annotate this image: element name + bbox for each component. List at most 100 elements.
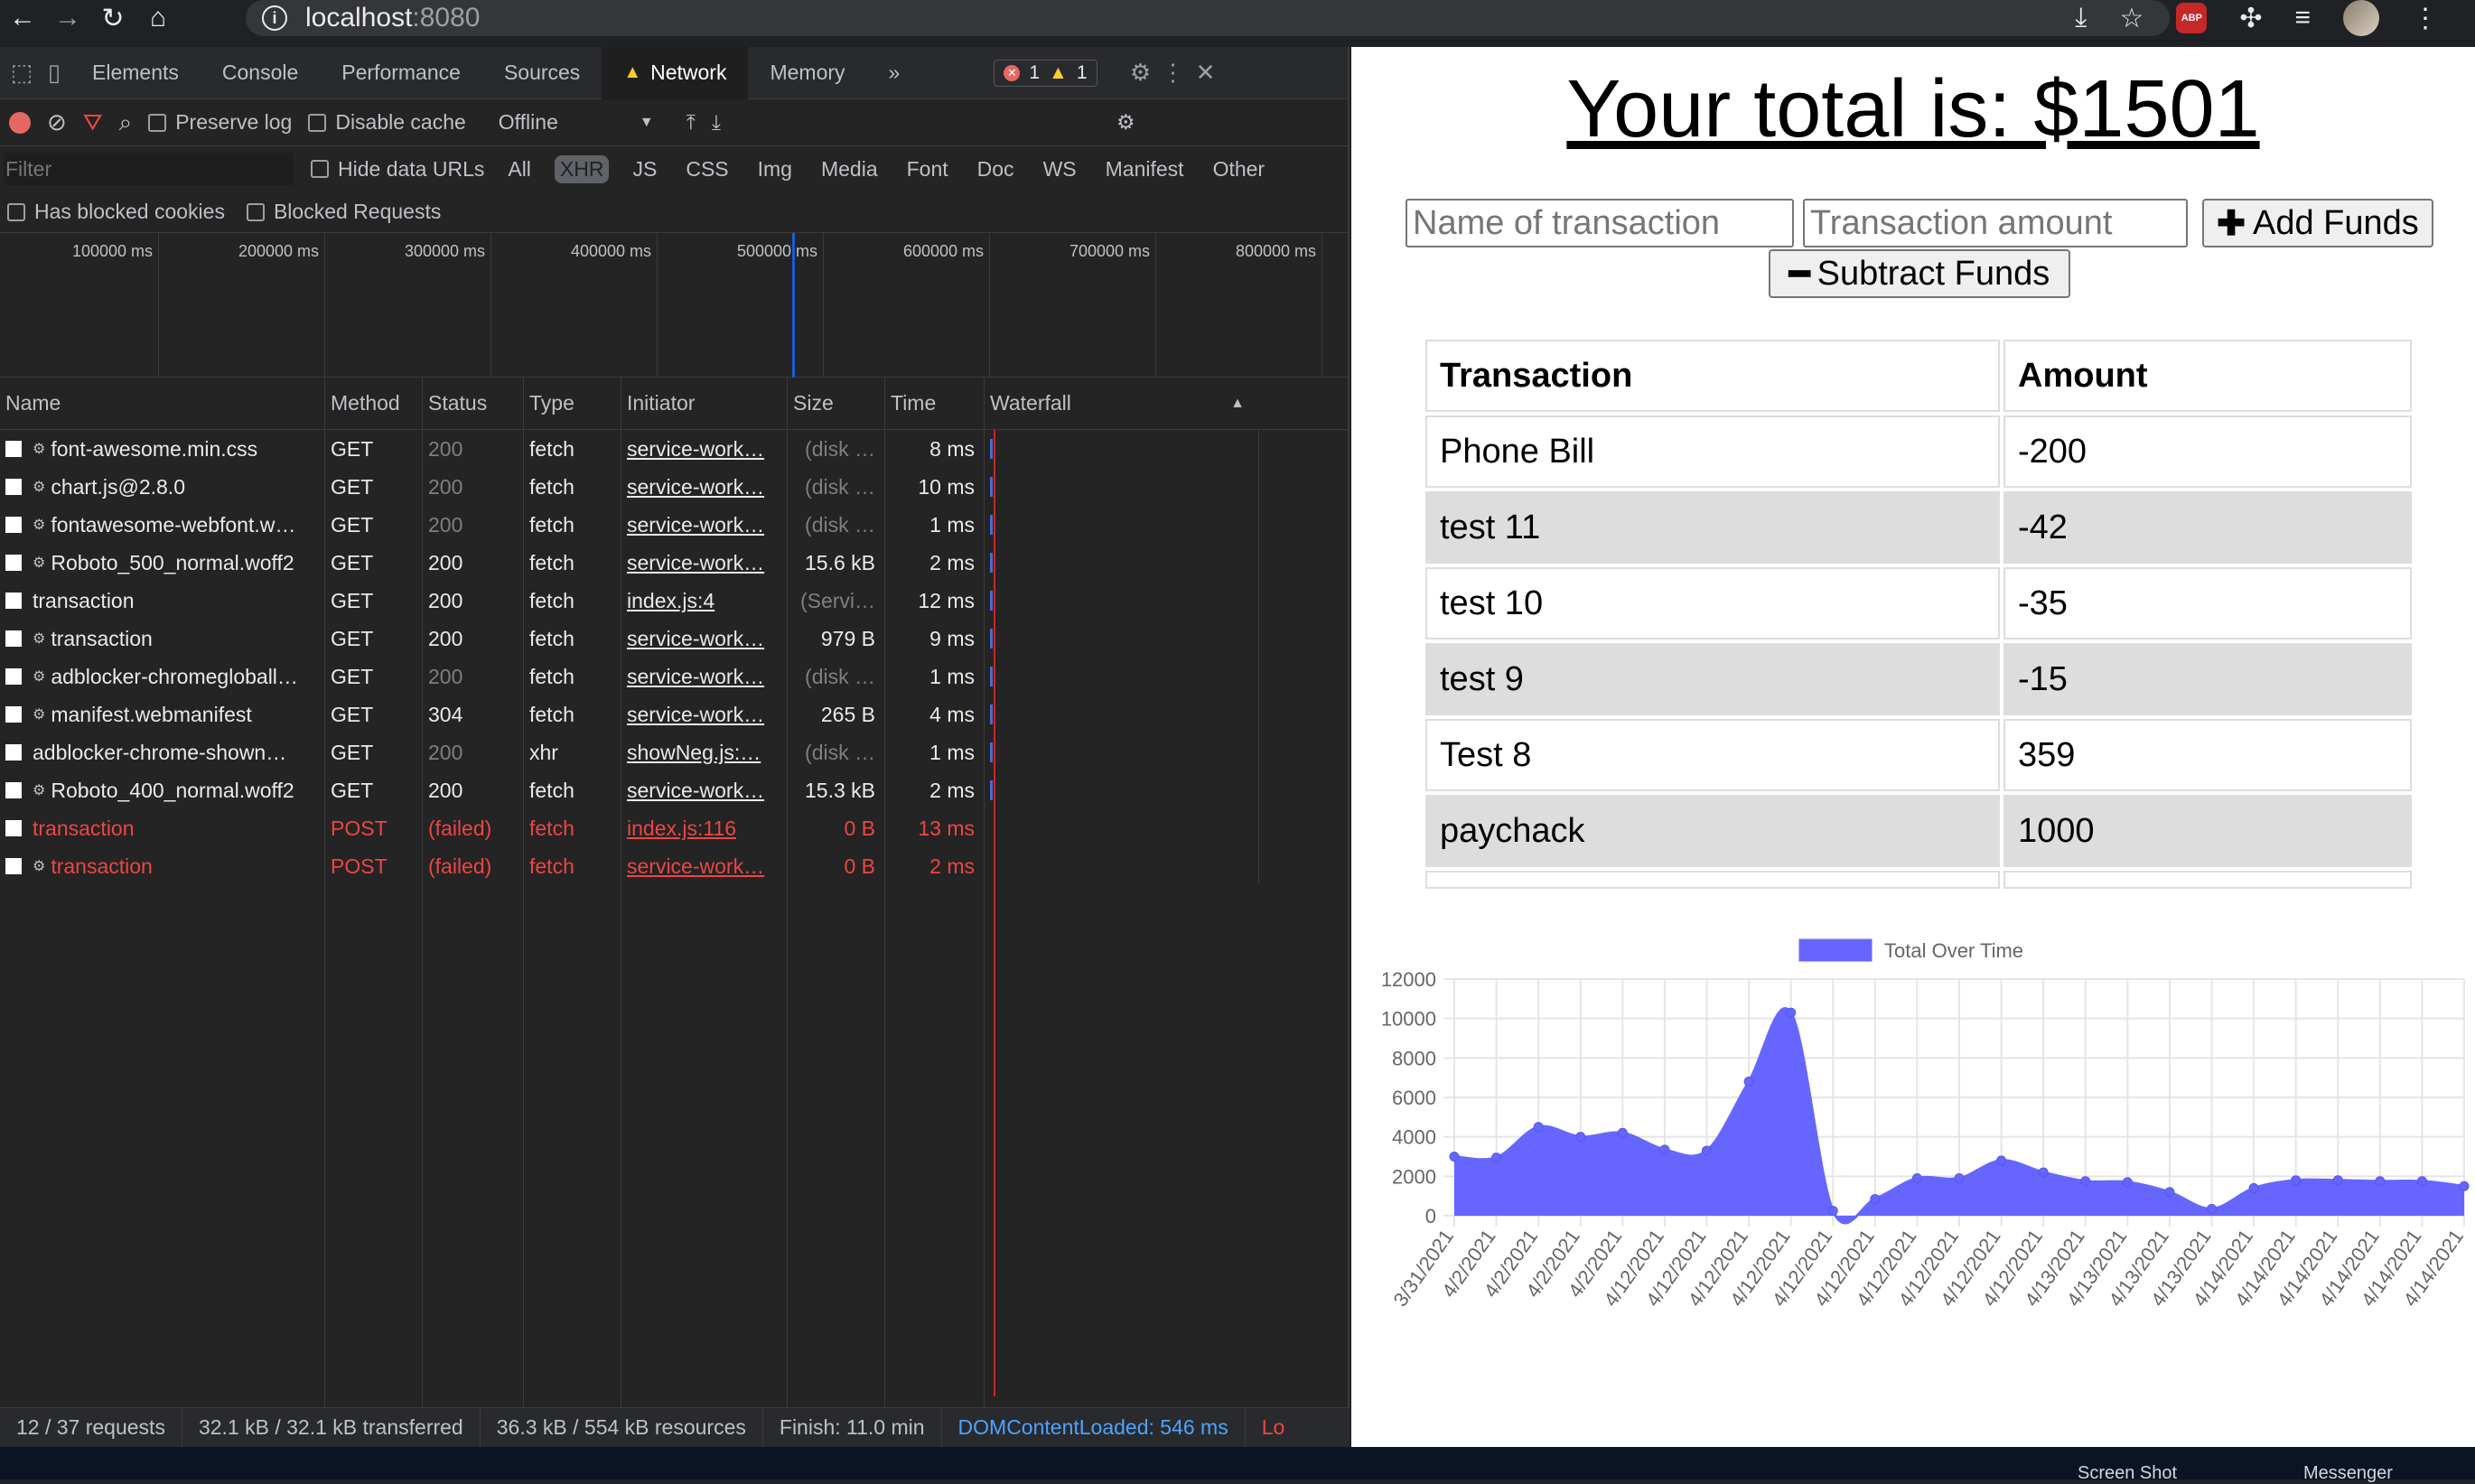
hide-data-urls-checkbox[interactable]: Hide data URLs (311, 157, 484, 182)
table-row[interactable]: ⚙ manifest.webmanifest GET 304 fetch service-… (0, 695, 1348, 733)
filter-funnel-icon[interactable]: ⛛ (83, 108, 103, 137)
menu-kebab-icon[interactable]: ⋮ (2412, 3, 2439, 34)
search-icon[interactable]: ⌕ (119, 108, 133, 137)
export-har-icon[interactable]: ⤓ (712, 110, 721, 135)
request-initiator[interactable]: service-work… (621, 430, 788, 468)
filter-doc[interactable]: Doc (972, 155, 1020, 183)
request-name: ⚙ font-awesome.min.css (0, 430, 325, 468)
tab-network[interactable]: ▲ Network (602, 46, 749, 99)
filter-ws[interactable]: WS (1038, 155, 1082, 183)
back-icon[interactable]: ← (0, 0, 45, 36)
extensions-puzzle-icon[interactable]: ✣ (2239, 3, 2262, 34)
sort-asc-icon: ▲ (1230, 395, 1245, 411)
settings-gear-icon[interactable]: ⚙ (1125, 47, 1157, 99)
request-initiator[interactable]: index.js:4 (621, 582, 788, 620)
request-waterfall (985, 544, 1259, 582)
filter-css[interactable]: CSS (680, 155, 733, 183)
request-name: adblocker-chrome-shown… (0, 733, 325, 771)
request-initiator[interactable]: service-work… (621, 468, 788, 506)
warning-icon: ▲ (1049, 61, 1068, 83)
tab-console[interactable]: Console (201, 47, 320, 99)
network-overview-timeline[interactable]: 100000 ms 200000 ms 300000 ms 400000 ms … (0, 233, 1348, 378)
filter-img[interactable]: Img (752, 155, 798, 183)
filter-manifest[interactable]: Manifest (1100, 155, 1190, 183)
has-blocked-cookies-checkbox[interactable]: Has blocked cookies (7, 200, 225, 224)
filter-all[interactable]: All (502, 155, 537, 183)
throttling-select[interactable]: Offline ▼ (499, 110, 654, 135)
transaction-name-input[interactable]: Name of transaction (1406, 199, 1794, 247)
transactions-table: Transaction Amount Phone Bill -200 test 11… (1422, 336, 2415, 892)
col-name-header[interactable]: Name (0, 378, 325, 429)
filter-js[interactable]: JS (627, 155, 662, 183)
col-waterfall-header[interactable]: Waterfall ▲ (985, 378, 1259, 429)
request-initiator[interactable]: service-work… (621, 695, 788, 733)
subtract-funds-button[interactable]: ━ Subtract Funds (1769, 249, 2070, 298)
table-row[interactable]: transaction POST (failed) fetch index.js:116… (0, 809, 1348, 847)
request-initiator[interactable]: service-work… (621, 771, 788, 809)
table-row[interactable]: ⚙ transaction GET 200 fetch service-work… 979 … (0, 620, 1348, 658)
filter-xhr[interactable]: XHR (554, 154, 610, 183)
col-time-header[interactable]: Time (885, 378, 985, 429)
issues-badge[interactable]: ✕ 1 ▲ 1 (994, 59, 1097, 87)
adblock-extension-icon[interactable]: ABP (2176, 3, 2208, 33)
table-row[interactable]: ⚙ transaction POST (failed) fetch service-wor… (0, 847, 1348, 885)
table-row[interactable]: ⚙ Roboto_500_normal.woff2 GET 200 fetch servi… (0, 544, 1348, 582)
col-type-header[interactable]: Type (524, 378, 621, 429)
devtools-menu-icon[interactable]: ⋮ (1157, 47, 1190, 99)
close-devtools-icon[interactable]: ✕ (1190, 47, 1222, 99)
inspect-element-icon[interactable]: ⬚ (5, 47, 38, 99)
site-info-icon[interactable]: i (262, 5, 287, 31)
table-row[interactable]: adblocker-chrome-shown… GET 200 xhr showNeg.… (0, 733, 1348, 771)
install-icon[interactable]: ⤓ (2075, 3, 2087, 33)
request-initiator[interactable]: service-work… (621, 847, 788, 885)
transactions-table-scroll[interactable]: Transaction Amount Phone Bill -200 test 11… (1351, 332, 2475, 921)
table-row[interactable]: transaction GET 200 fetch index.js:4 (Servi… 1… (0, 582, 1348, 620)
home-icon[interactable]: ⌂ (135, 0, 181, 36)
table-row[interactable]: ⚙ font-awesome.min.css GET 200 fetch service-… (0, 430, 1348, 468)
more-tabs-icon[interactable]: » (867, 47, 922, 99)
address-bar[interactable]: i localhost:8080 (246, 0, 2170, 36)
table-row[interactable]: ⚙ fontawesome-webfont.w… GET 200 fetch servic… (0, 506, 1348, 544)
clear-icon[interactable]: ⊘ (47, 108, 67, 136)
bookmark-star-icon[interactable]: ☆ (2119, 3, 2143, 34)
request-initiator[interactable]: service-work… (621, 506, 788, 544)
network-settings-gear-icon[interactable]: ⚙ (1116, 110, 1135, 135)
add-funds-button[interactable]: ✚ Add Funds (2202, 199, 2433, 247)
table-row[interactable]: ⚙ chart.js@2.8.0 GET 200 fetch service-work…(… (0, 468, 1348, 506)
request-initiator[interactable]: service-work… (621, 544, 788, 582)
filter-input[interactable]: Filter (4, 153, 293, 185)
tab-performance[interactable]: Performance (320, 47, 482, 99)
filter-other[interactable]: Other (1208, 155, 1271, 183)
col-method-header[interactable]: Method (325, 378, 423, 429)
preserve-log-checkbox[interactable]: Preserve log (148, 110, 292, 135)
profile-avatar[interactable] (2343, 0, 2379, 36)
col-status-header[interactable]: Status (423, 378, 524, 429)
blocked-requests-checkbox[interactable]: Blocked Requests (246, 200, 441, 224)
tab-elements[interactable]: Elements (70, 47, 201, 99)
overview-cursor (792, 233, 795, 378)
disable-cache-checkbox[interactable]: Disable cache (308, 110, 466, 135)
filter-font[interactable]: Font (901, 155, 954, 183)
request-initiator[interactable]: service-work… (621, 620, 788, 658)
media-queue-icon[interactable]: ≡ (2294, 3, 2311, 33)
forward-icon[interactable]: → (45, 0, 90, 36)
tab-sources[interactable]: Sources (482, 47, 602, 99)
transaction-name: test 11 (1425, 491, 2000, 564)
table-row[interactable]: ⚙ Roboto_400_normal.woff2 GET 200 fetch servi… (0, 771, 1348, 809)
request-type: fetch (524, 771, 621, 809)
request-initiator[interactable]: service-work… (621, 658, 788, 695)
request-status: (failed) (423, 847, 524, 885)
device-toolbar-icon[interactable]: ▯ (38, 47, 70, 99)
tab-memory[interactable]: Memory (748, 47, 866, 99)
reload-icon[interactable]: ↻ (90, 0, 135, 36)
col-size-header[interactable]: Size (788, 378, 885, 429)
table-row[interactable]: ⚙ adblocker-chromegloball… GET 200 fetch serv… (0, 658, 1348, 695)
filter-media[interactable]: Media (816, 155, 883, 183)
record-icon[interactable] (9, 111, 31, 134)
import-har-icon[interactable]: ⤒ (686, 110, 696, 135)
transaction-amount-input[interactable]: Transaction amount (1803, 199, 2188, 247)
request-initiator[interactable]: showNeg.js:… (621, 733, 788, 771)
transaction-name: Test 8 (1425, 719, 2000, 791)
request-initiator[interactable]: index.js:116 (621, 809, 788, 847)
col-initiator-header[interactable]: Initiator (621, 378, 788, 429)
